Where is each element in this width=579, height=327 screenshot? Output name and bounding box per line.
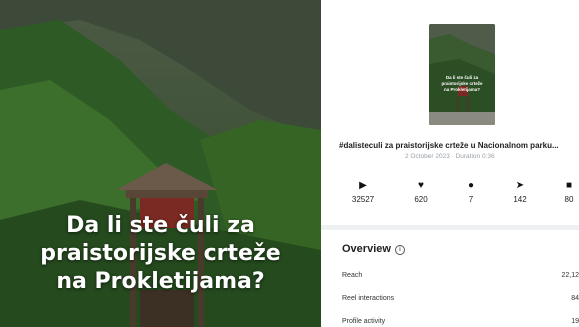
- post-meta: 2 October 2023 · Duration 0:36: [405, 153, 495, 160]
- stat-value: 7: [468, 195, 474, 204]
- thumbnail-caption-line: na Prokletijama?: [443, 87, 480, 92]
- overview-title: Overview: [342, 243, 391, 255]
- stat-likes: ♥ 620: [401, 180, 441, 204]
- stat-shares: ➤ 142: [500, 180, 540, 204]
- reel-preview-image: Da li ste čuli za praistorijske crteže n…: [0, 0, 321, 327]
- stat-value: 620: [414, 195, 428, 204]
- stat-value: 80: [564, 195, 574, 204]
- thumbnail-caption: Da li ste čuli za praistorijske crteže n…: [431, 75, 493, 93]
- headline-line: Da li ste čuli za: [66, 213, 255, 238]
- stat-value: 32527: [351, 195, 375, 204]
- headline-line: praistorijske crteže: [40, 241, 281, 266]
- info-icon[interactable]: i: [394, 245, 405, 255]
- row-label: Reel interactions: [342, 295, 395, 302]
- play-icon: ▶: [359, 180, 367, 191]
- overview-heading: Overview i: [342, 243, 405, 255]
- headline-line: na Prokletijama?: [56, 269, 265, 294]
- overview-row-profile-activity[interactable]: Profile activity 19: [342, 318, 579, 325]
- heart-icon: ♥: [418, 180, 424, 191]
- reel-headline: Da li ste čuli za praistorijske crteže n…: [0, 212, 321, 296]
- overview-row-reel-interactions[interactable]: Reel interactions 84: [342, 295, 579, 302]
- post-title: #dalisteculi za praistorijske crteže u N…: [339, 141, 559, 150]
- stats-row: ▶ 32527 ♥ 620 ● 7 ➤ 142 ■ 80: [321, 180, 579, 210]
- reel-thumbnail[interactable]: Da li ste čuli za praistorijske crteže n…: [429, 24, 495, 125]
- row-label: Profile activity: [342, 318, 386, 325]
- stat-comments: ● 7: [451, 180, 491, 204]
- row-value: 84: [571, 295, 579, 302]
- stat-saves: ■ 80: [549, 180, 579, 204]
- insights-panel: Da li ste čuli za praistorijske crteže n…: [321, 0, 579, 327]
- row-label: Reach: [342, 272, 363, 279]
- share-icon: ➤: [515, 180, 525, 191]
- comment-icon: ●: [467, 180, 475, 191]
- stat-plays: ▶ 32527: [343, 180, 383, 204]
- stat-value: 142: [513, 195, 527, 204]
- row-value: 19: [571, 318, 579, 325]
- overview-row-reach[interactable]: Reach 22,12: [342, 272, 579, 279]
- section-divider: [321, 225, 579, 230]
- bookmark-icon: ■: [565, 180, 573, 191]
- row-value: 22,12: [561, 272, 579, 279]
